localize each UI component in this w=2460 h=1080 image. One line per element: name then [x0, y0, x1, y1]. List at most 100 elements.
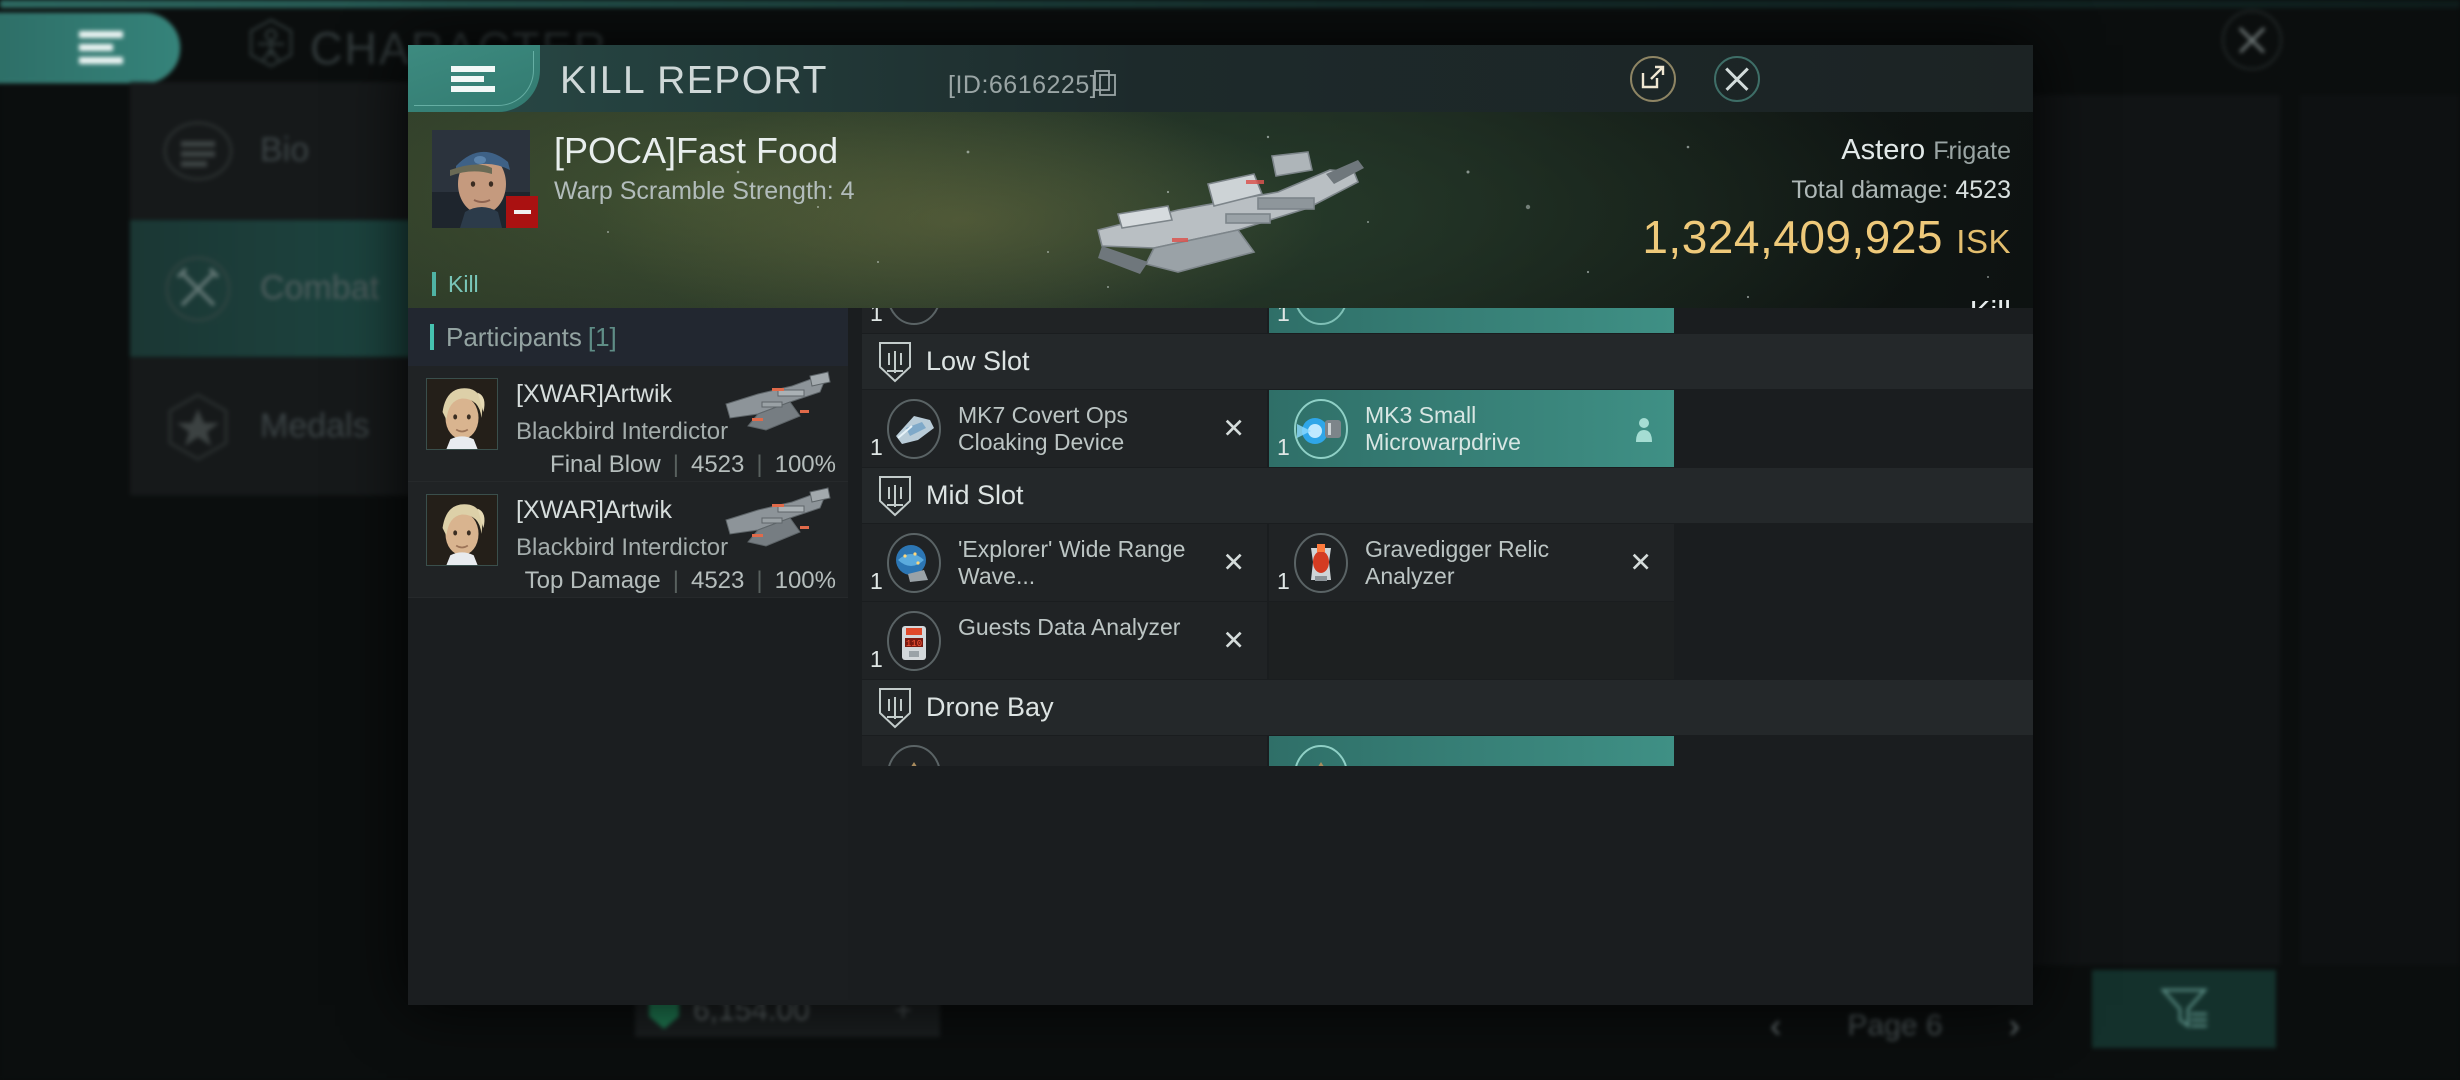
background-menu-button[interactable] [0, 13, 180, 83]
victim-name: [POCA]Fast Food [554, 130, 839, 171]
participant-row[interactable]: [XWAR]Artwik Blackbird Interdictor [408, 366, 848, 482]
item-name: Gravedigger Relic Analyzer [1365, 536, 1550, 590]
sidebar-item-bio[interactable]: Bio [130, 82, 420, 220]
pagination-next[interactable]: › [2009, 1007, 2020, 1046]
item-quantity: 1 [1277, 434, 1290, 460]
section-title: Mid Slot [926, 480, 1024, 510]
section-accent-bar [430, 324, 434, 350]
participant-ship: Blackbird Interdictor [516, 418, 729, 445]
victim-ship-name: Astero [1841, 134, 1926, 166]
fitting-item[interactable]: 1 Gravedigger Relic Analyzer ✕ [1269, 524, 1674, 602]
slot-shield-icon [878, 687, 912, 729]
close-dialog-button[interactable] [1714, 56, 1760, 102]
kill-tag: Kill [432, 272, 479, 296]
participants-label: Participants [446, 321, 582, 352]
participants-header: Participants [1] [408, 308, 848, 366]
missile-launcher-icon [1291, 308, 1351, 326]
sidebar-item-medals[interactable]: Medals [130, 358, 420, 496]
participant-percent: 100% [774, 451, 836, 478]
background-close-button[interactable] [2222, 10, 2282, 70]
fitting-item[interactable]: 1 Missile Launcher [862, 308, 1267, 334]
list-circle-icon [162, 115, 234, 187]
sidebar-item-combat-label: Combat [260, 269, 380, 307]
victim-ship-render [1058, 122, 1398, 302]
negative-standing-icon [506, 196, 538, 228]
drone-icon [1291, 744, 1351, 766]
stat-divider: | [756, 567, 763, 594]
copy-icon[interactable] [1094, 70, 1116, 96]
participant-percent: 100% [774, 567, 836, 594]
panel-divider [848, 308, 862, 1000]
background-filter-button[interactable] [2092, 970, 2276, 1048]
fitting-row: 1 110 Guests Data Analyzer ✕ [862, 602, 2033, 680]
item-quantity: 1 [870, 568, 883, 594]
kill-report-hero: [POCA]Fast Food Warp Scramble Strength: … [408, 112, 2033, 308]
fitting-panel[interactable]: 1 Missile Launcher 1 [862, 308, 2033, 1000]
item-quantity: 1 [1277, 308, 1290, 326]
stat-divider: | [756, 451, 763, 478]
background-top-accent-bar [0, 0, 2460, 8]
item-quantity: 1 [870, 434, 883, 460]
fitting-section-header-mid-slot: Mid Slot [862, 468, 2033, 524]
total-damage-label: Total damage: [1791, 176, 1949, 204]
share-report-button[interactable] [1630, 56, 1676, 102]
item-name: 'Explorer' Wide Range Wave... [958, 536, 1186, 590]
remove-item-icon[interactable]: ✕ [1222, 625, 1245, 656]
fitting-item[interactable]: 1 'Explorer' Wide Range Wave... ✕ [862, 524, 1267, 602]
fitting-item[interactable]: 1 MK3 Small Microwarpdrive [1269, 390, 1674, 468]
fitting-item[interactable]: 1 MK7 Covert Ops Cloaking Device ✕ [862, 390, 1267, 468]
participant-stat-label: Top Damage [524, 567, 661, 594]
svg-text:110: 110 [906, 639, 922, 649]
cloaking-device-icon [884, 398, 944, 460]
fitting-row: 1 'Explorer' Wide Range Wave... ✕ 1 Grav… [862, 524, 2033, 602]
kill-report-dialog: KILL REPORT [ID:6616225] [POCA]Fast Food… [408, 45, 2033, 1005]
participant-stats: Final Blow | 4523 | 100% [550, 451, 836, 479]
participant-row[interactable]: [XWAR]Artwik Blackbird Interdictor [408, 482, 848, 598]
section-title: Drone Bay [926, 692, 1054, 722]
isk-value: 1,324,409,925 ISK [1642, 210, 2011, 264]
sidebar-item-bio-label: Bio [260, 131, 310, 169]
stat-divider: | [672, 567, 679, 594]
dialog-report-id: [ID:6616225] [948, 71, 1098, 99]
remove-item-icon[interactable]: ✕ [1222, 413, 1245, 444]
stat-divider: | [672, 451, 679, 478]
participant-avatar [426, 494, 498, 566]
dialog-menu-button[interactable] [408, 45, 540, 112]
data-analyzer-icon: 110 [884, 610, 944, 672]
fitting-partial-row-top: 1 Missile Launcher 1 [862, 308, 2033, 334]
kill-verdict: Kill [1970, 294, 2011, 308]
remove-item-icon[interactable]: ✕ [1629, 547, 1652, 578]
victim-ship-class: Frigate [1933, 137, 2011, 165]
microwarpdrive-icon [1291, 398, 1351, 460]
participant-ship-render [718, 486, 838, 561]
item-name: MK7 Covert Ops Cloaking Device [958, 402, 1128, 456]
fitting-partial-row-bottom [862, 736, 2033, 766]
pagination-prev[interactable]: ‹ [1770, 1007, 1781, 1046]
item-quantity: 1 [870, 646, 883, 672]
participant-stats: Top Damage | 4523 | 100% [525, 567, 836, 595]
pagination-label: Page 6 [1847, 1009, 1943, 1042]
hamburger-menu-icon [451, 66, 495, 92]
fitting-item[interactable] [862, 736, 1267, 766]
fitting-item[interactable]: 1 110 Guests Data Analyzer ✕ [862, 602, 1267, 680]
pilot-marker-icon[interactable] [1634, 416, 1654, 442]
star-hexagon-icon [162, 391, 234, 463]
item-name: MK3 Small Microwarpdrive [1365, 402, 1521, 456]
missile-launcher-icon [884, 308, 944, 326]
background-sidebar: Bio Combat Medals [130, 82, 420, 682]
background-pagination[interactable]: ‹ Page 6 › [1770, 1000, 2020, 1052]
drone-icon [884, 744, 944, 766]
filter-funnel-icon [2157, 980, 2211, 1039]
slot-shield-icon [878, 475, 912, 517]
remove-item-icon[interactable]: ✕ [1222, 547, 1245, 578]
fitting-item[interactable]: 1 Missile Launcher [1269, 308, 1674, 334]
isk-amount: 1,324,409,925 [1642, 211, 1944, 263]
wave-scanner-icon [884, 532, 944, 594]
warp-scramble-strength: Warp Scramble Strength: 4 [554, 177, 855, 205]
participant-avatar [426, 378, 498, 450]
sidebar-item-combat[interactable]: Combat [130, 220, 420, 358]
victim-ship-label: Astero Frigate [1841, 134, 2011, 167]
fitting-empty-slot [1269, 602, 1674, 680]
dialog-title: KILL REPORT [560, 59, 828, 102]
fitting-item[interactable] [1269, 736, 1674, 766]
